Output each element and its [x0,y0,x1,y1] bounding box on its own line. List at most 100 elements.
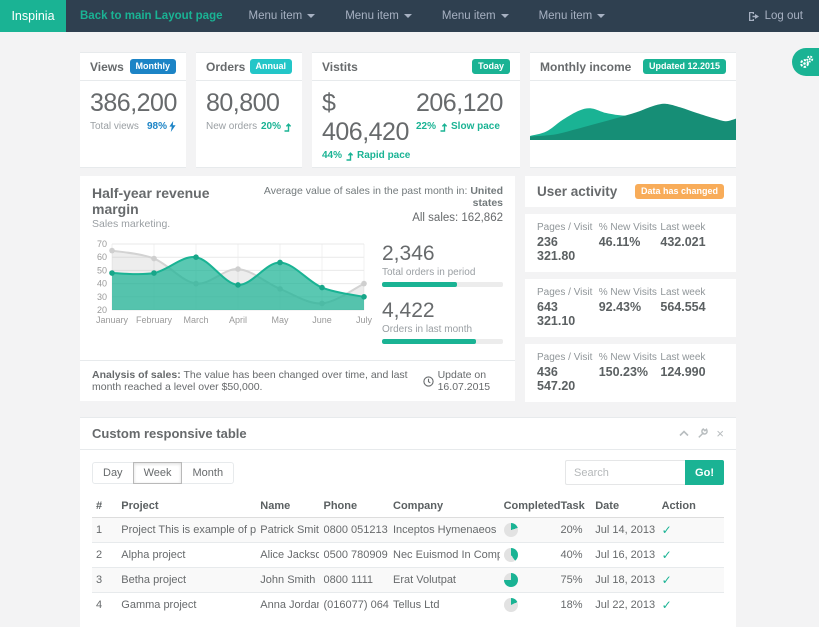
custom-table-panel: Custom responsive table × DayWeekMonth G… [80,417,736,627]
cell-task: 40% [556,543,591,568]
svg-text:April: April [229,315,247,325]
column-header-phone: Phone [319,495,389,518]
cell-num: 4 [92,593,117,618]
level-up-icon [345,151,354,161]
chevron-down-icon [404,14,412,18]
revenue-all-sales: All sales: 162,862 [249,212,503,224]
clock-icon [423,376,434,387]
completed-pie-icon [504,548,518,562]
user-activity-cell: Last week564.554 [660,287,722,328]
orders-percent: 20% [261,121,292,132]
approve-check-icon[interactable]: ✓ [662,523,672,537]
back-to-layout-link[interactable]: Back to main Layout page [80,10,223,22]
approve-check-icon[interactable]: ✓ [662,598,672,612]
data-changed-badge: Data has changed [635,184,724,199]
svg-text:June: June [312,315,332,325]
orders-badge: Annual [250,59,293,74]
cell-phone: 0800 1111 [319,568,389,593]
user-activity-cell: Pages / Visit643 321.10 [537,287,599,328]
cell-task: 75% [556,568,591,593]
completed-pie-icon [504,523,518,537]
user-activity-cell: % New Visits46.11% [599,222,661,263]
income-badge: Updated 12.2015 [643,59,726,74]
go-button[interactable]: Go! [685,460,724,485]
views-card-title: Views [90,60,124,74]
views-card: Views Monthly 386,200 Total views 98% [80,52,186,168]
level-up-icon [439,122,448,132]
views-label: Total views [90,121,139,132]
cell-project: Alpha project [117,543,256,568]
user-activity-cell: % New Visits150.23% [599,352,661,393]
cell-task: 20% [556,518,591,543]
menu-item-4[interactable]: Menu item [539,10,606,22]
approve-check-icon[interactable]: ✓ [662,573,672,587]
chevron-down-icon [501,14,509,18]
middle-row: Half-year revenue margin Sales marketing… [80,176,736,402]
column-header-date: Date [591,495,657,518]
visits-badge: Today [472,59,510,74]
filter-button-day[interactable]: Day [92,462,134,484]
column-header-completed: Completed [500,495,557,518]
orders-card-title: Orders [206,60,245,74]
user-activity-row: Pages / Visit236 321.80% New Visits46.11… [525,214,736,272]
monthly-income-chart [530,81,736,140]
views-value: 386,200 [90,89,176,118]
svg-text:50: 50 [97,265,107,275]
orders-value: 80,800 [206,89,292,118]
cell-name: John Smith [256,568,319,593]
collapse-icon[interactable] [679,430,689,437]
level-up-icon [283,122,292,132]
column-header-task: Task [556,495,591,518]
table-panel-title: Custom responsive table [92,426,247,441]
svg-text:March: March [183,315,208,325]
user-activity-cell: Last week432.021 [660,222,722,263]
logout-button[interactable]: Log out [748,10,803,22]
wrench-icon[interactable] [697,428,708,439]
cell-task: 18% [556,593,591,618]
views-percent: 98% [147,121,176,132]
visits-stat-1: $ 406,420 44% Rapid pace [322,88,416,161]
menu-item-1[interactable]: Menu item [249,10,316,22]
table-row: 1Project This is example of projectPatri… [92,518,724,543]
user-activity-cell: Pages / Visit236 321.80 [537,222,599,263]
user-activity-cell: Last week124.990 [660,352,722,393]
income-card-title: Monthly income [540,60,631,74]
page-content: Views Monthly 386,200 Total views 98% Or… [80,52,736,627]
cell-action: ✓ [658,568,724,593]
filter-button-week[interactable]: Week [133,462,183,484]
search-input[interactable] [565,460,685,485]
revenue-subtitle: Sales marketing. [92,218,249,230]
menu-item-3[interactable]: Menu item [442,10,509,22]
user-activity-title: User activity [537,184,617,199]
brand-logo[interactable]: Inspinia [0,0,66,32]
cell-completed [500,518,557,543]
monthly-income-card: Monthly income Updated 12.2015 [530,52,736,168]
revenue-panel: Half-year revenue margin Sales marketing… [80,176,515,402]
cell-num: 1 [92,518,117,543]
user-activity-rows: Pages / Visit236 321.80% New Visits46.11… [525,214,736,402]
cell-action: ✓ [658,543,724,568]
approve-check-icon[interactable]: ✓ [662,548,672,562]
menu-item-2[interactable]: Menu item [345,10,412,22]
svg-text:30: 30 [97,292,107,302]
table-row: 3Betha projectJohn Smith0800 1111Erat Vo… [92,568,724,593]
cell-phone: (016077) 0648 [319,593,389,618]
close-icon[interactable]: × [716,427,724,440]
user-activity-cell: % New Visits92.43% [599,287,661,328]
visits-card: Vistits Today $ 406,420 44% Rapid pace 2… [312,52,520,168]
filter-button-month[interactable]: Month [181,462,234,484]
user-activity-row: Pages / Visit436 547.20% New Visits150.2… [525,344,736,402]
cell-date: Jul 16, 2013 [591,543,657,568]
navbar-menu: Menu item Menu item Menu item Menu item [249,10,636,22]
cell-company: Inceptos Hymenaeos Ltd [389,518,500,543]
cell-completed [500,568,557,593]
cell-name: Anna Jordan [256,593,319,618]
cell-date: Jul 14, 2013 [591,518,657,543]
table-row: 4Gamma projectAnna Jordan(016077) 0648Te… [92,593,724,618]
visits-stat-2: 206,120 22% Slow pace [416,88,510,161]
column-header-: # [92,495,117,518]
theme-settings-button[interactable] [792,48,819,76]
completed-pie-icon [504,573,518,587]
cell-date: Jul 18, 2013 [591,568,657,593]
cell-company: Erat Volutpat [389,568,500,593]
